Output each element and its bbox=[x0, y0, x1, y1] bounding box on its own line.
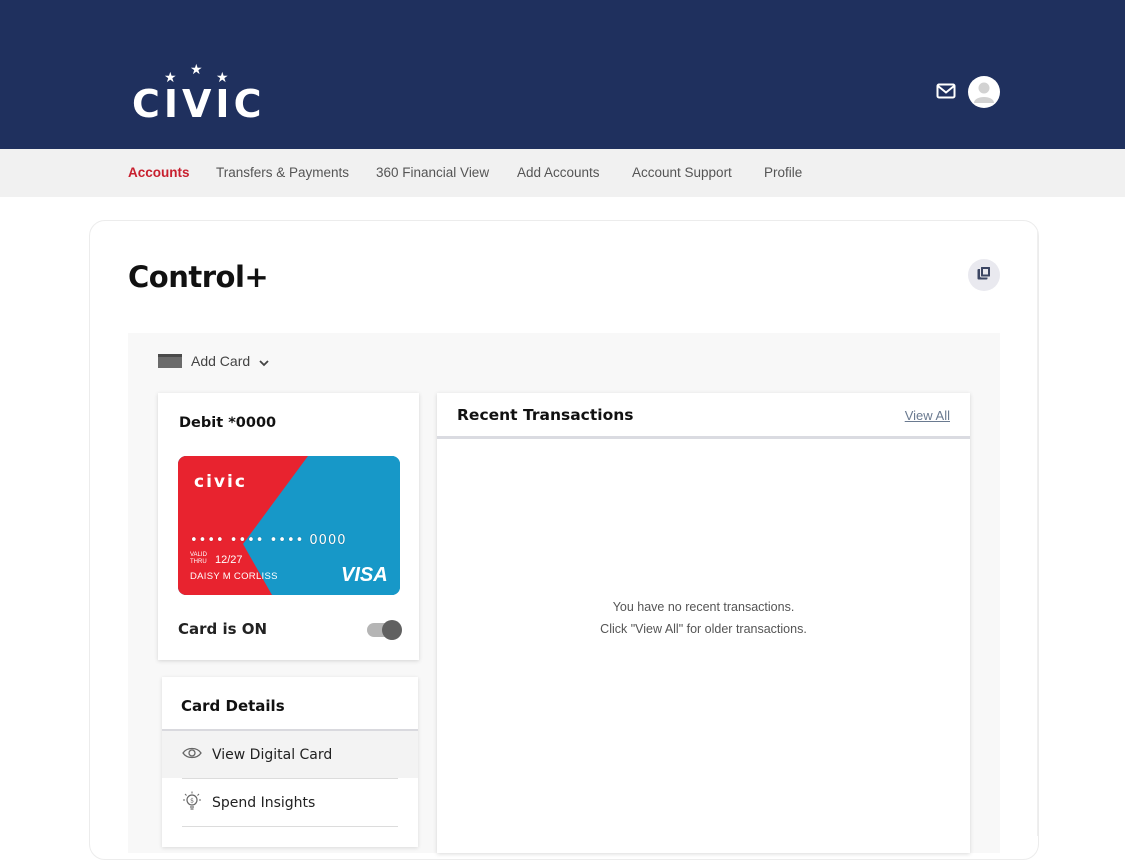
top-header: ★ ★ ★ CIVIC bbox=[0, 0, 1125, 149]
civic-logo[interactable]: ★ ★ ★ CIVIC bbox=[132, 62, 272, 126]
copy-button[interactable] bbox=[968, 259, 1000, 291]
view-digital-card-label: View Digital Card bbox=[212, 746, 333, 763]
nav-item-add-accounts[interactable]: Add Accounts bbox=[517, 165, 600, 180]
card-expiry: 12/27 bbox=[215, 554, 243, 566]
card-number: •••• •••• •••• 0000 bbox=[190, 533, 347, 548]
cardholder-name: DAISY M CORLISS bbox=[190, 571, 278, 582]
toggle-knob bbox=[382, 620, 402, 640]
card-details-panel: Card Details View Digital Card $ Spend I… bbox=[162, 677, 418, 847]
visa-logo: VISA bbox=[341, 564, 388, 586]
user-avatar-icon[interactable] bbox=[968, 76, 1000, 108]
valid-label: VALID bbox=[190, 552, 207, 558]
empty-message-line-2: Click "View All" for older transactions. bbox=[600, 622, 807, 636]
nav-item-360-financial-view[interactable]: 360 Financial View bbox=[376, 165, 489, 180]
card-details-title: Card Details bbox=[181, 697, 285, 715]
lightbulb-dollar-icon: $ bbox=[182, 791, 202, 815]
add-card-label: Add Card bbox=[191, 353, 251, 369]
logo-text: CIVIC bbox=[132, 82, 266, 126]
divider bbox=[437, 436, 970, 439]
nav-item-accounts[interactable]: Accounts bbox=[128, 165, 190, 180]
recent-transactions-title: Recent Transactions bbox=[457, 406, 634, 424]
card-icon bbox=[158, 354, 182, 368]
view-digital-card-item[interactable]: View Digital Card bbox=[162, 731, 418, 778]
copy-icon bbox=[976, 265, 992, 285]
card-status-label: Card is ON bbox=[178, 620, 268, 638]
svg-text:$: $ bbox=[190, 797, 194, 804]
recent-transactions-panel: Recent Transactions View All You have no… bbox=[437, 393, 970, 853]
nav-item-account-support[interactable]: Account Support bbox=[632, 165, 732, 180]
spend-insights-label: Spend Insights bbox=[212, 794, 316, 811]
nav-item-profile[interactable]: Profile bbox=[764, 165, 802, 180]
spend-insights-item[interactable]: $ Spend Insights bbox=[162, 779, 418, 826]
valid-thru-label: VALID THRU bbox=[190, 552, 207, 566]
debit-card-image[interactable]: civic •••• •••• •••• 0000 VALID THRU 12/… bbox=[178, 456, 400, 595]
main-nav: Accounts Transfers & Payments 360 Financ… bbox=[0, 149, 1125, 197]
eye-icon bbox=[182, 745, 202, 764]
card-on-toggle[interactable] bbox=[367, 620, 402, 640]
thru-label: THRU bbox=[190, 559, 207, 565]
empty-transactions-message: You have no recent transactions. Click "… bbox=[437, 596, 970, 640]
card-logo: civic bbox=[194, 472, 247, 492]
add-card-dropdown[interactable]: Add Card bbox=[158, 352, 269, 370]
debit-card-title: Debit *0000 bbox=[179, 415, 277, 431]
debit-card-panel: Debit *0000 civic •••• •••• •••• 0000 VA… bbox=[158, 393, 419, 660]
page-title: Control+ bbox=[128, 260, 269, 294]
divider bbox=[182, 826, 398, 827]
empty-message-line-1: You have no recent transactions. bbox=[612, 600, 795, 614]
divider bbox=[1037, 230, 1038, 836]
mail-icon[interactable] bbox=[936, 83, 956, 99]
chevron-down-icon bbox=[259, 352, 269, 371]
nav-item-transfers-payments[interactable]: Transfers & Payments bbox=[216, 165, 349, 180]
view-all-link[interactable]: View All bbox=[905, 408, 950, 423]
